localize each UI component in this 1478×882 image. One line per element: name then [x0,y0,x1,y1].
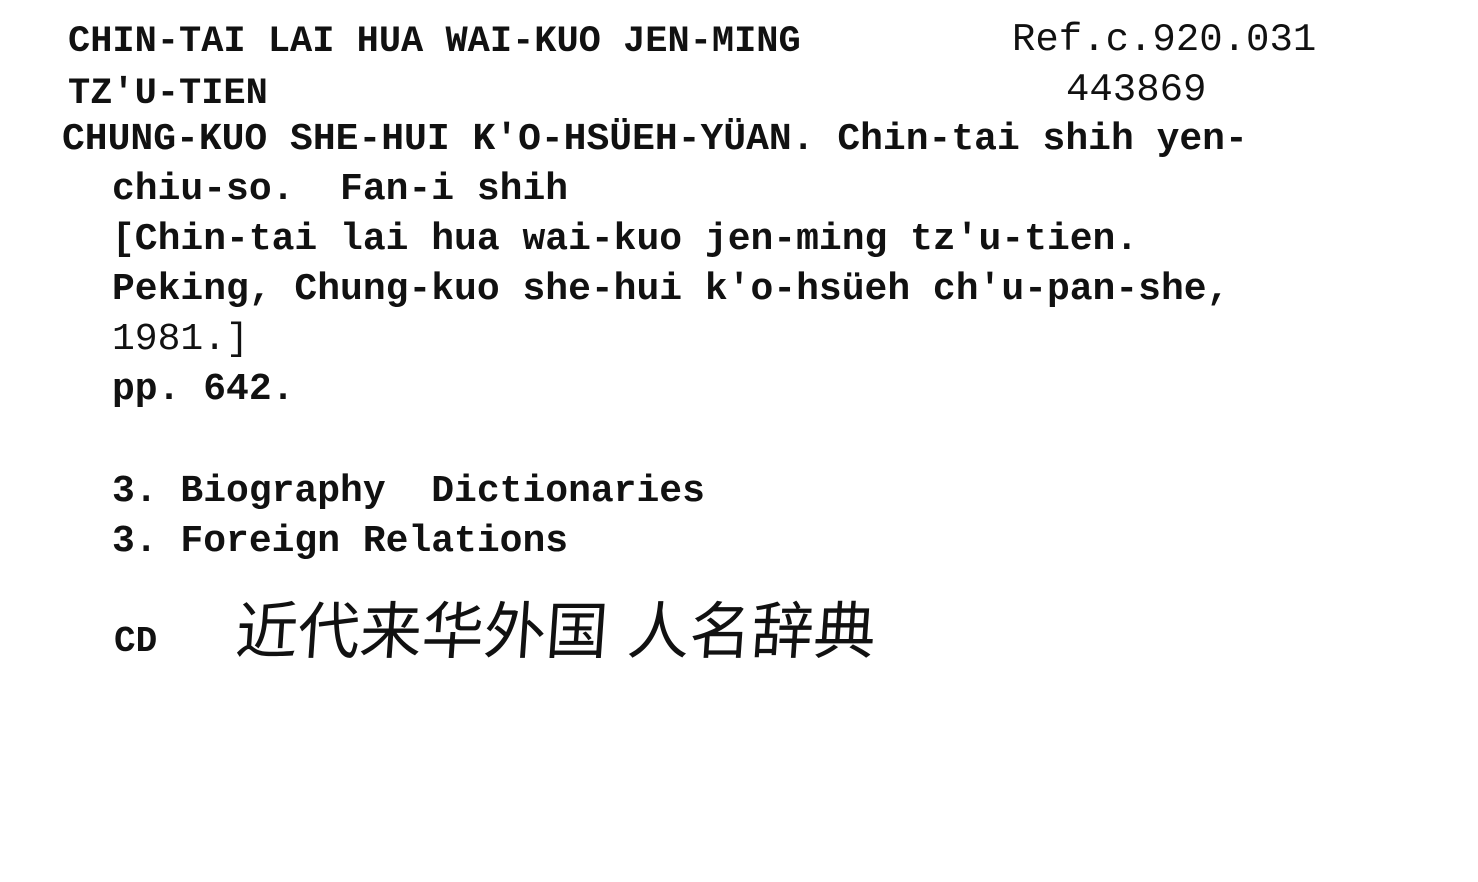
cd-label: CD [114,621,158,662]
chinese-title-handwritten: 近代来华外国 人名辞典 [233,595,879,668]
title-line-3: 1981.] [112,318,249,361]
title-line-2: Peking, Chung-kuo she-hui k'o-hsüeh ch'u… [112,268,1230,311]
pagination: pp. 642. [112,368,295,411]
catalog-card: CHIN-TAI LAI HUA WAI-KUO JEN-MING TZ'U-T… [0,0,1478,882]
title-line-1: [Chin-tai lai hua wai-kuo jen-ming tz'u-… [112,218,1139,261]
heading-title-line-1: CHIN-TAI LAI HUA WAI-KUO JEN-MING [68,21,801,63]
author-line-1: CHUNG-KUO SHE-HUI K'O-HSÜEH-YÜAN. Chin-t… [62,118,1248,161]
subject-heading-2: 3. Foreign Relations [112,520,569,563]
accession-number: 443869 [1066,68,1207,112]
subject-heading-1: 3. Biography Dictionaries [112,470,705,513]
heading-title-line-2: TZ'U-TIEN [68,73,268,115]
call-number: Ref.c.920.031 [1012,18,1317,62]
author-line-2: chiu-so. Fan-i shih [112,168,569,211]
